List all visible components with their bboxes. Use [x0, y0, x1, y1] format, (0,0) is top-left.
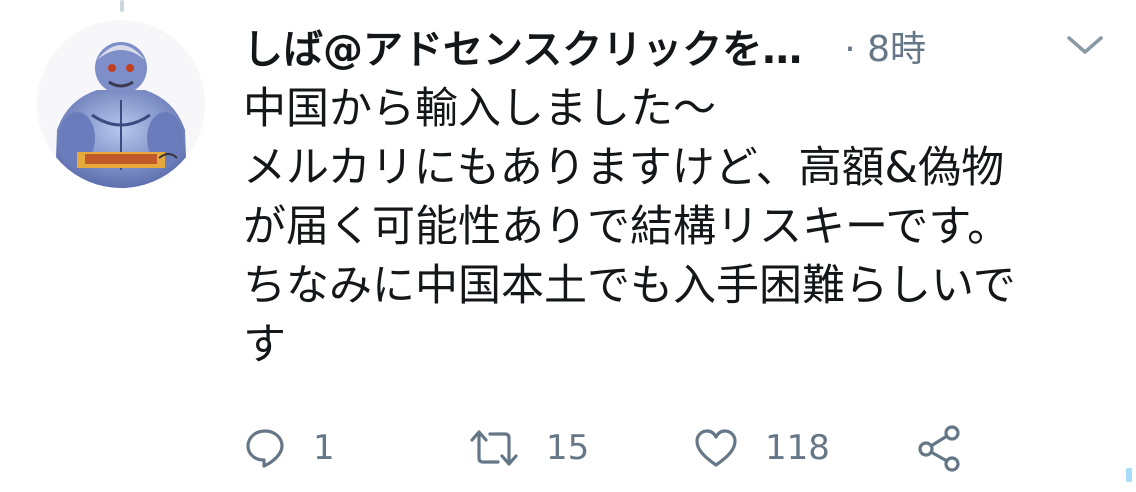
thread-connector-line: [120, 0, 124, 12]
retweet-count: 15: [546, 428, 590, 468]
share-button[interactable]: [915, 418, 965, 478]
tweet-text-line: ちなみに中国本土でも入手困難らしいで: [243, 261, 1016, 311]
scroll-edge-indicator: [1126, 468, 1132, 482]
like-count: 118: [765, 428, 830, 468]
display-name[interactable]: しば@アドセンスクリックを…: [243, 17, 802, 75]
avatar[interactable]: [37, 20, 205, 188]
tweet-text-line: が届く可能性ありで結構リスキーです。: [243, 202, 1011, 252]
reply-count: 1: [313, 428, 335, 468]
muscleman-avatar-icon: [37, 20, 205, 188]
tweet-text-line: 中国から輸入しました〜: [243, 84, 716, 134]
tweet-body: 中国から輸入しました〜 メルカリにもありますけど、高額&偽物 が届く可能性ありで…: [243, 80, 1123, 375]
tweet-header: しば@アドセンスクリックを… · 8時: [243, 16, 1103, 76]
retweet-button[interactable]: 15: [468, 418, 589, 478]
reply-icon: [246, 429, 284, 468]
tweet-actions: 1 15 118: [243, 418, 1043, 478]
tweet-text-line: す: [243, 320, 286, 370]
tweet-text-line: メルカリにもありますけど、高額&偽物: [243, 143, 1005, 193]
retweet-icon: [470, 430, 518, 466]
share-icon: [918, 425, 960, 472]
reply-button[interactable]: 1: [243, 418, 335, 478]
chevron-down-icon[interactable]: [1063, 30, 1107, 60]
like-button[interactable]: 118: [693, 418, 830, 478]
tweet-timestamp[interactable]: · 8時: [844, 20, 926, 72]
heart-icon: [695, 429, 737, 467]
